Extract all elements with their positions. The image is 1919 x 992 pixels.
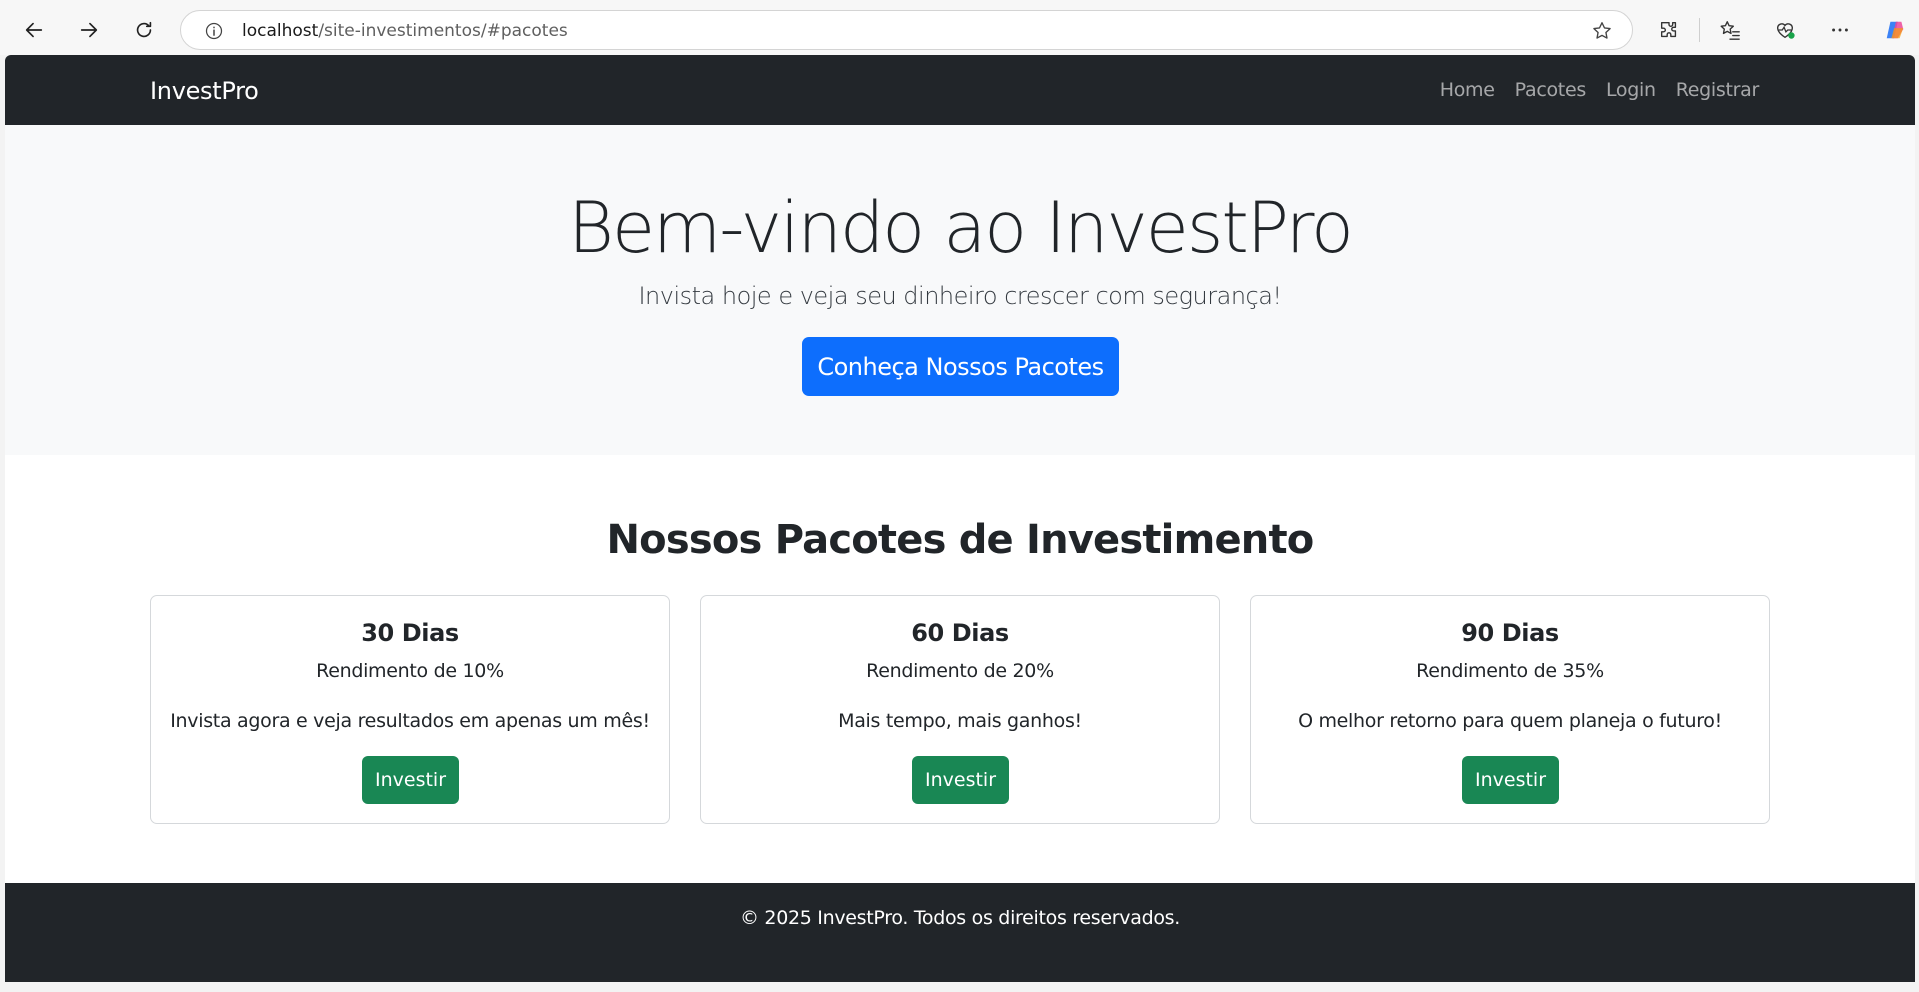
package-description: Mais tempo, mais ganhos! [838,710,1082,732]
forward-button[interactable] [71,12,107,48]
package-description: Invista agora e veja resultados em apena… [170,710,650,732]
ellipsis-icon [1832,28,1848,32]
heart-pulse-icon [1776,23,1795,39]
favorite-star-icon[interactable] [1590,19,1614,43]
package-card-90: 90 Dias Rendimento de 35% O melhor retor… [1250,595,1770,824]
browser-essentials-button[interactable] [1767,12,1803,48]
url-path: /site-investimentos/#pacotes [318,21,568,41]
package-title: 30 Dias [361,619,459,647]
package-title: 90 Dias [1461,619,1559,647]
package-yield: Rendimento de 20% [866,660,1054,682]
copilot-icon [1886,21,1904,39]
package-yield: Rendimento de 10% [316,660,504,682]
nav-link-pacotes[interactable]: Pacotes [1515,79,1587,101]
back-button[interactable] [16,12,52,48]
hero-title: Bem-vindo ao InvestPro [568,187,1354,269]
page-viewport: InvestPro Home Pacotes Login Registrar B… [5,55,1915,982]
hero-section: Bem-vindo ao InvestPro Invista hoje e ve… [5,125,1915,455]
extensions-button[interactable] [1651,12,1687,48]
footer-copyright: © 2025 InvestPro. Todos os direitos rese… [739,907,1181,929]
package-card-60: 60 Dias Rendimento de 20% Mais tempo, ma… [700,595,1220,824]
package-description: O melhor retorno para quem planeja o fut… [1298,710,1722,732]
url-host: localhost [242,21,319,41]
reload-icon [136,21,152,38]
info-icon[interactable] [203,20,225,42]
more-options-button[interactable] [1822,12,1858,48]
invest-button[interactable]: Investir [1462,756,1559,804]
nav-links: Home Pacotes Login Registrar [1440,79,1760,101]
site-footer: © 2025 InvestPro. Todos os direitos rese… [5,883,1915,982]
packages-section-title: Nossos Pacotes de Investimento [606,517,1315,563]
invest-button[interactable]: Investir [362,756,459,804]
browser-toolbar: localhost/site-investimentos/#pacotes [0,0,1919,55]
arrow-right-icon [80,22,98,38]
puzzle-icon [1660,21,1677,38]
url-text: localhost/site-investimentos/#pacotes [242,21,568,41]
invest-button[interactable]: Investir [912,756,1009,804]
nav-link-registrar[interactable]: Registrar [1676,79,1760,101]
package-title: 60 Dias [911,619,1009,647]
package-card-30: 30 Dias Rendimento de 10% Invista agora … [150,595,670,824]
nav-link-login[interactable]: Login [1606,79,1656,101]
brand-logo[interactable]: InvestPro [150,77,259,105]
copilot-button[interactable] [1877,12,1913,48]
favorites-button[interactable] [1712,12,1748,48]
nav-link-home[interactable]: Home [1440,79,1495,101]
hero-subtitle: Invista hoje e veja seu dinheiro crescer… [638,282,1282,310]
packages-cta-button[interactable]: Conheça Nossos Pacotes [802,337,1119,396]
arrow-left-icon [25,22,43,38]
package-yield: Rendimento de 35% [1416,660,1604,682]
address-bar[interactable]: localhost/site-investimentos/#pacotes [180,10,1633,50]
reload-button[interactable] [126,12,162,48]
site-navbar: InvestPro Home Pacotes Login Registrar [5,55,1915,125]
toolbar-divider [1699,18,1700,42]
favorites-list-icon [1720,21,1740,40]
